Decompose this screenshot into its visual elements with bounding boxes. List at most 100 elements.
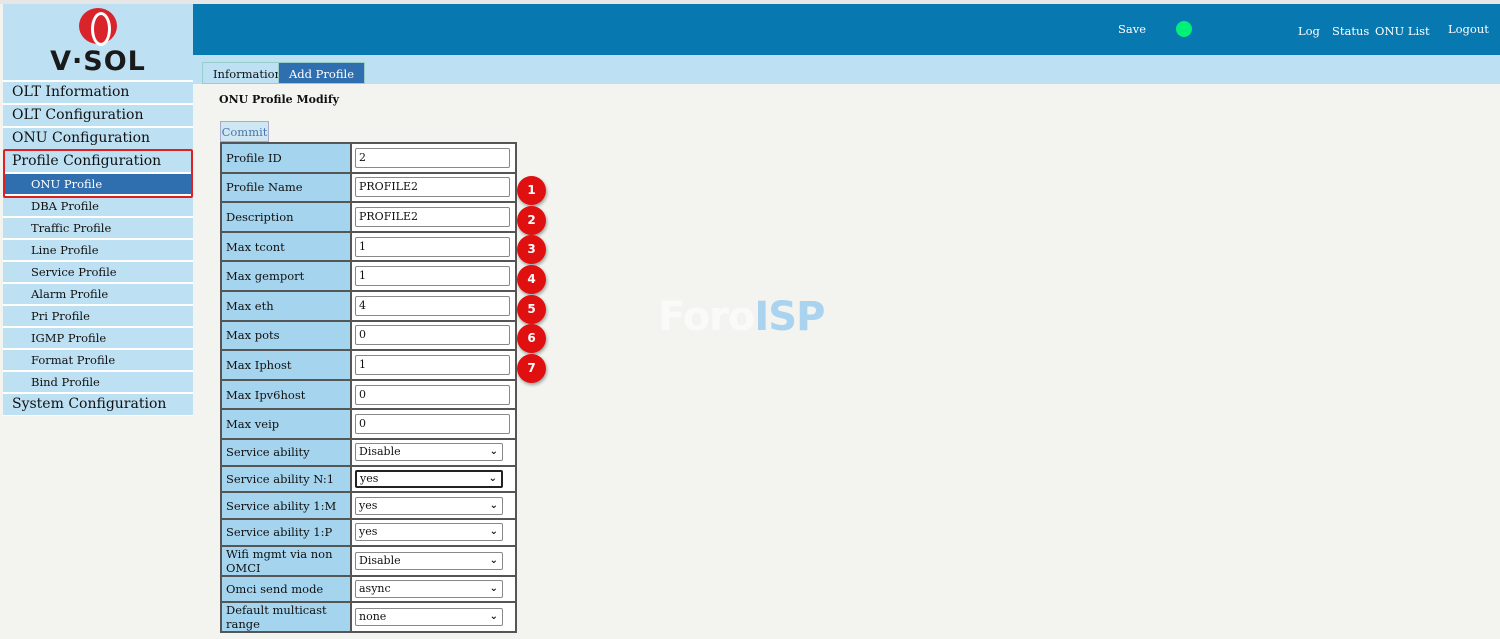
max-eth-input[interactable]: 4	[355, 295, 510, 316]
max-gemport-input[interactable]: 1	[355, 266, 510, 287]
foroisp-watermark: ForoISP	[658, 294, 825, 340]
logo-mark-icon	[79, 8, 117, 46]
sidebar-item-line-profile[interactable]: Line Profile	[3, 240, 193, 260]
description-input[interactable]: PROFILE2	[355, 206, 510, 227]
sidebar-item-bind-profile[interactable]: Bind Profile	[3, 372, 193, 392]
field-label: Max tcont	[220, 230, 352, 263]
sidebar-item-onu-configuration[interactable]: ONU Configuration	[3, 128, 193, 149]
field-cell: yes ⌄	[350, 518, 517, 547]
field-label: Service ability	[220, 437, 352, 467]
log-link[interactable]: Log	[1298, 24, 1320, 38]
logout-link[interactable]: Logout	[1448, 22, 1489, 36]
logo-text: V·SOL	[50, 46, 146, 77]
sidebar-item-format-profile[interactable]: Format Profile	[3, 350, 193, 370]
page-title: ONU Profile Modify	[219, 93, 339, 106]
field-cell: 0	[350, 408, 517, 440]
commit-button[interactable]: Commit	[220, 121, 269, 142]
form-row: Max gemport 1	[220, 260, 517, 292]
wifi-mgmt-via-non-omci-select[interactable]: Disable ⌄	[355, 551, 503, 570]
form-row: Service ability N:1 yes ⌄	[220, 464, 517, 494]
field-label: Omci send mode	[220, 574, 352, 604]
step-badge: 3	[517, 235, 546, 265]
step-badge: 7	[517, 353, 546, 383]
profile-name-input[interactable]: PROFILE2	[355, 177, 510, 198]
sidebar-item-olt-configuration[interactable]: OLT Configuration	[3, 105, 193, 126]
sidebar-item-service-profile[interactable]: Service Profile	[3, 262, 193, 282]
onu-list-link[interactable]: ONU List	[1375, 24, 1430, 38]
field-cell: 2	[350, 142, 517, 174]
selected-option: Disable	[359, 445, 401, 459]
field-label: Profile Name	[220, 171, 352, 204]
form-row: Wifi mgmt via non OMCI Disable ⌄	[220, 544, 517, 577]
field-cell: yes ⌄	[350, 491, 517, 520]
field-cell: 0	[350, 378, 517, 411]
service-ability-1-m-select[interactable]: yes ⌄	[355, 496, 503, 515]
step-badge: 1	[517, 176, 546, 206]
field-label: Service ability N:1	[220, 464, 352, 494]
save-link[interactable]: Save	[1118, 22, 1146, 36]
max-veip-input[interactable]: 0	[355, 414, 510, 435]
service-ability-select[interactable]: Disable ⌄	[355, 443, 503, 462]
step-badge: 4	[517, 264, 546, 294]
highlight-box	[3, 149, 193, 198]
status-indicator-icon	[1176, 21, 1192, 37]
sidebar-item-traffic-profile[interactable]: Traffic Profile	[3, 218, 193, 238]
field-cell: PROFILE2	[350, 201, 517, 233]
vsol-logo: V·SOL	[3, 4, 193, 80]
field-label: Max veip	[220, 408, 352, 440]
field-label: Max pots	[220, 319, 352, 352]
form-row: Description PROFILE2	[220, 201, 517, 233]
tab-add-profile[interactable]: Add Profile	[278, 62, 365, 84]
service-ability-1-p-select[interactable]: yes ⌄	[355, 523, 503, 542]
form-row: Service ability 1:M yes ⌄	[220, 491, 517, 520]
field-cell: 4	[350, 289, 517, 322]
profile-id-input[interactable]: 2	[355, 147, 510, 168]
chevron-down-icon: ⌄	[489, 499, 498, 511]
field-cell: none ⌄	[350, 601, 517, 634]
chevron-down-icon: ⌄	[489, 554, 498, 566]
form-row: Profile Name PROFILE2	[220, 171, 517, 204]
field-label: Max eth	[220, 289, 352, 322]
step-badge: 5	[517, 294, 546, 324]
sidebar-item-alarm-profile[interactable]: Alarm Profile	[3, 284, 193, 304]
form-row: Max veip 0	[220, 408, 517, 440]
profile-form: Profile ID 2 Profile Name PROFILE2 Descripti…	[220, 142, 517, 634]
default-multicast-range-select[interactable]: none ⌄	[355, 608, 503, 627]
max-tcont-input[interactable]: 1	[355, 236, 510, 257]
form-row: Max Ipv6host 0	[220, 378, 517, 411]
field-cell: yes ⌄	[350, 464, 517, 494]
chevron-down-icon: ⌄	[489, 583, 498, 595]
field-cell: async ⌄	[350, 574, 517, 604]
field-label: Max Iphost	[220, 349, 352, 381]
field-label: Description	[220, 201, 352, 233]
omci-send-mode-select[interactable]: async ⌄	[355, 580, 503, 599]
service-ability-n-1-select[interactable]: yes ⌄	[355, 469, 503, 488]
form-row: Max eth 4	[220, 289, 517, 322]
selected-option: yes	[359, 498, 378, 512]
sidebar-item-olt-information[interactable]: OLT Information	[3, 82, 193, 103]
field-cell: 1	[350, 349, 517, 381]
field-cell: 0	[350, 319, 517, 352]
form-row: Service ability 1:P yes ⌄	[220, 518, 517, 547]
sidebar-item-igmp-profile[interactable]: IGMP Profile	[3, 328, 193, 348]
field-label: Profile ID	[220, 142, 352, 174]
field-cell: 1	[350, 230, 517, 263]
form-row: Max pots 0	[220, 319, 517, 352]
field-label: Default multicast range	[220, 601, 352, 634]
sidebar-item-pri-profile[interactable]: Pri Profile	[3, 306, 193, 326]
form-row: Max tcont 1	[220, 230, 517, 263]
max-iphost-input[interactable]: 1	[355, 354, 510, 375]
sidebar: V·SOL OLT Information OLT Configuration …	[3, 4, 193, 416]
field-label: Wifi mgmt via non OMCI	[220, 544, 352, 577]
max-pots-input[interactable]: 0	[355, 325, 510, 346]
max-ipv6host-input[interactable]: 0	[355, 384, 510, 405]
sidebar-item-system-configuration[interactable]: System Configuration	[3, 394, 193, 415]
sidebar-item-dba-profile[interactable]: DBA Profile	[3, 196, 193, 216]
status-link[interactable]: Status	[1332, 24, 1369, 38]
selected-option: yes	[359, 525, 378, 539]
field-cell: Disable ⌄	[350, 544, 517, 577]
selected-option: yes	[360, 471, 379, 485]
chevron-down-icon: ⌄	[489, 611, 498, 623]
step-badge: 2	[517, 205, 546, 235]
top-header: Save Log Status ONU List Logout	[193, 4, 1500, 55]
